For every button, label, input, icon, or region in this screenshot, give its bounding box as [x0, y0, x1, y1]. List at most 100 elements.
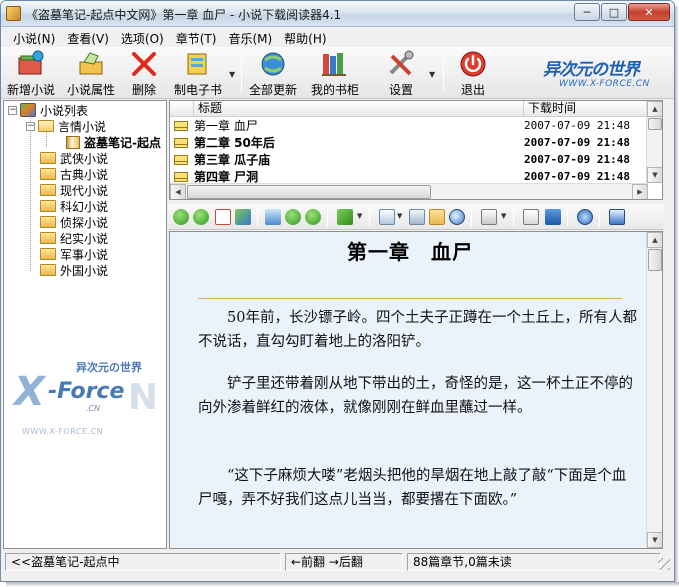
close-button[interactable]: ✕	[628, 3, 670, 21]
reader-paragraph: 50年前，长沙镖子岭。四个土夫子正蹲在一个土丘上，所有人都不说话，直勾勾盯着地上…	[198, 310, 637, 350]
next-chapter-icon[interactable]	[305, 209, 321, 225]
forward-arrow-icon[interactable]	[193, 209, 209, 225]
menu-options[interactable]: 选项(O)	[115, 27, 170, 47]
title-bar[interactable]: 《盗墓笔记-起点中文网》第一章 血尸 - 小说下载阅读器4.1 ─ □ ✕	[1, 1, 674, 27]
reader-pane[interactable]: 第一章 血尸 50年前，长沙镖子岭。四个土夫子正蹲在一个土丘上，所有人都不说话，…	[169, 231, 663, 549]
reader-vscroll[interactable]: ▲ ▼	[646, 232, 662, 548]
novel-tree[interactable]: − 小说列表 − 言情小说 盗墓笔记-起点 武侠小说 古典小说 现代小说 科幻小…	[3, 100, 167, 549]
tree-category[interactable]: 武侠小说	[40, 150, 108, 166]
notes-icon[interactable]	[523, 209, 539, 225]
tree-root[interactable]: − 小说列表	[8, 102, 88, 118]
delete-button[interactable]: 删除	[129, 50, 159, 98]
settings-button[interactable]: 设置	[386, 50, 416, 98]
tree-category[interactable]: 现代小说	[40, 182, 108, 198]
folder-icon	[40, 152, 56, 164]
search-icon[interactable]	[449, 209, 465, 225]
tree-category[interactable]: 科幻小说	[40, 198, 108, 214]
refresh-icon[interactable]	[235, 209, 251, 225]
new-document-icon[interactable]	[379, 209, 395, 225]
toolbar-separator	[471, 208, 472, 226]
folder-open-icon[interactable]	[429, 209, 445, 225]
title-divider	[198, 298, 622, 299]
chapter-list-hscroll[interactable]: ◀ ▶	[170, 183, 648, 199]
envelope-icon	[174, 120, 188, 131]
resize-grip[interactable]	[658, 558, 670, 570]
jump-dropdown-arrow[interactable]: ▼	[357, 212, 362, 220]
app-icon[interactable]	[6, 6, 21, 21]
envelope-icon	[174, 171, 188, 182]
envelope-icon	[174, 154, 188, 165]
reader-toolbar: ▼ ▼ ▼	[169, 204, 663, 230]
jump-icon[interactable]	[337, 209, 353, 225]
novel-list-icon	[20, 103, 36, 117]
folder-icon	[40, 168, 56, 180]
tree-category[interactable]: 侦探小说	[40, 214, 108, 230]
toolbar-separator	[567, 208, 568, 226]
globe-refresh-icon	[258, 50, 288, 78]
page-icon[interactable]	[481, 209, 497, 225]
delete-x-icon	[129, 50, 159, 78]
menu-novel[interactable]: 小说(N)	[7, 27, 61, 47]
update-all-button[interactable]: 全部更新	[249, 50, 297, 98]
toolbar-separator	[327, 208, 328, 226]
tree-category[interactable]: 外国小说	[40, 262, 108, 278]
collapse-toggle[interactable]: −	[26, 121, 35, 131]
page-dropdown-arrow[interactable]: ▼	[501, 212, 506, 220]
scroll-right-arrow[interactable]: ▶	[632, 184, 648, 199]
brand-logo: 异次元の世界 WWW.X-FORCE.CN	[543, 60, 650, 89]
gear-icon[interactable]	[577, 209, 593, 225]
bookmark-flag-icon[interactable]	[545, 209, 561, 225]
toolbar-separator	[443, 54, 444, 92]
collapse-toggle[interactable]: −	[8, 105, 17, 115]
reader-paragraph: 铲子里还带着刚从地下带出的土，奇怪的是，这一杯土正不停的向外渗着鲜红的液体，就像…	[198, 376, 633, 416]
scroll-left-arrow[interactable]: ◀	[170, 184, 186, 199]
scroll-thumb[interactable]	[187, 185, 431, 199]
minimize-button[interactable]: ─	[574, 3, 600, 21]
exit-button[interactable]: 退出	[458, 50, 488, 98]
maximize-button[interactable]: □	[601, 3, 627, 21]
chapter-row[interactable]: 第三章 瓜子庙 2007-07-09 21:48	[170, 151, 648, 168]
scroll-up-arrow[interactable]: ▲	[647, 232, 662, 248]
menu-view[interactable]: 查看(V)	[61, 27, 115, 47]
tree-book-selected[interactable]: 盗墓笔记-起点	[66, 134, 161, 150]
main-toolbar: 新增小说 小说属性 删除 制电子书 ▼ 全部更新 我的书柜 设置 ▼ 退出 异次…	[1, 47, 674, 99]
window-icon[interactable]	[609, 209, 625, 225]
window-shadow	[6, 582, 679, 587]
bookshelf-button[interactable]: 我的书柜	[311, 50, 359, 98]
ebook-dropdown-arrow[interactable]: ▼	[229, 70, 235, 79]
first-chapter-icon[interactable]	[265, 209, 281, 225]
folder-icon	[40, 184, 56, 196]
column-header-time[interactable]: 下载时间	[524, 101, 648, 117]
settings-dropdown-arrow[interactable]: ▼	[429, 70, 435, 79]
document-dropdown-arrow[interactable]: ▼	[397, 212, 402, 220]
tree-category[interactable]: 纪实小说	[40, 230, 108, 246]
scroll-down-arrow[interactable]: ▼	[647, 167, 662, 183]
folder-icon	[40, 216, 56, 228]
chapter-list[interactable]: 标题 下载时间 第一章 血尸 2007-07-09 21:48 第二章 50年后…	[169, 100, 663, 200]
tree-category[interactable]: 军事小说	[40, 246, 108, 262]
chapter-list-vscroll[interactable]: ▲ ▼	[646, 101, 662, 183]
scroll-up-arrow[interactable]: ▲	[647, 101, 662, 117]
stop-icon[interactable]	[215, 209, 231, 225]
novel-properties-button[interactable]: 小说属性	[67, 50, 115, 98]
column-header-icon[interactable]	[170, 101, 194, 117]
menu-music[interactable]: 音乐(M)	[222, 27, 278, 47]
scroll-down-arrow[interactable]: ▼	[647, 532, 662, 548]
chapter-row[interactable]: 第二章 50年后 2007-07-09 21:48	[170, 134, 648, 151]
menu-help[interactable]: 帮助(H)	[278, 27, 332, 47]
make-ebook-button[interactable]: 制电子书	[174, 50, 222, 98]
edit-icon[interactable]	[409, 209, 425, 225]
toolbar-separator	[513, 208, 514, 226]
open-folder-icon	[38, 120, 54, 132]
chapter-row[interactable]: 第一章 血尸 2007-07-09 21:48	[170, 117, 648, 134]
tree-category-romance[interactable]: − 言情小说	[26, 118, 106, 134]
folder-icon	[40, 232, 56, 244]
back-arrow-icon[interactable]	[173, 209, 189, 225]
column-header-title[interactable]: 标题	[194, 101, 524, 117]
prev-chapter-icon[interactable]	[285, 209, 301, 225]
menu-chapter[interactable]: 章节(T)	[170, 27, 223, 47]
add-novel-button[interactable]: 新增小说	[7, 50, 55, 98]
scroll-thumb[interactable]	[648, 118, 662, 130]
tree-category[interactable]: 古典小说	[40, 166, 108, 182]
scroll-thumb[interactable]	[648, 249, 662, 271]
